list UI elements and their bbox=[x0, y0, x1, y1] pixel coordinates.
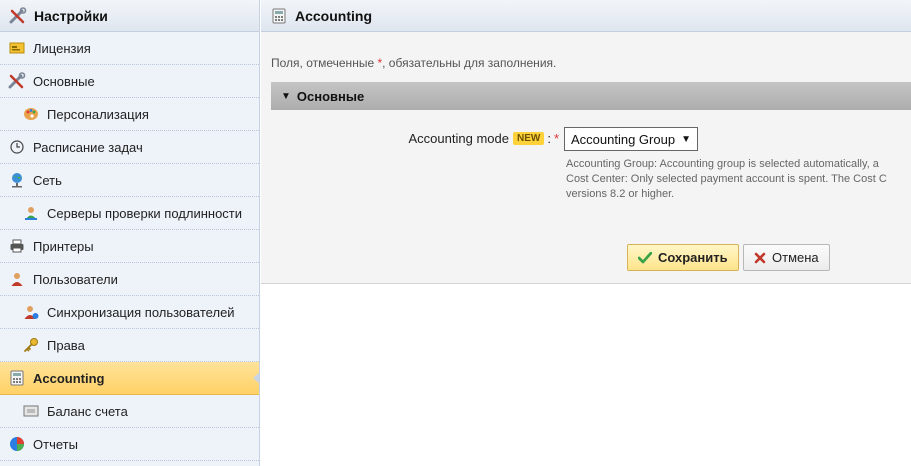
page-title: Accounting bbox=[295, 7, 372, 24]
clock-icon bbox=[8, 138, 26, 156]
sidebar-item-accounting[interactable]: Accounting bbox=[0, 362, 259, 395]
sidebar-item-network[interactable]: Сеть bbox=[0, 164, 259, 197]
sidebar-item-users[interactable]: Пользователи bbox=[0, 263, 259, 296]
license-icon bbox=[8, 39, 26, 57]
palette-icon bbox=[22, 105, 40, 123]
accounting-icon bbox=[269, 6, 289, 26]
sidebar-item-rights[interactable]: Права bbox=[0, 329, 259, 362]
select-value: Accounting Group bbox=[571, 131, 676, 147]
checkmark-icon bbox=[638, 251, 652, 264]
section-title: Основные bbox=[296, 88, 365, 104]
printer-icon bbox=[8, 237, 26, 255]
collapse-triangle-icon: ▼ bbox=[281, 90, 291, 102]
accounting-mode-row: Accounting mode NEW : * Accounting Group… bbox=[261, 110, 911, 200]
new-badge: NEW bbox=[512, 132, 545, 145]
dropdown-caret-icon: ▼ bbox=[681, 133, 691, 145]
sidebar-item-license[interactable]: Лицензия bbox=[0, 32, 259, 65]
accounting-mode-select[interactable]: Accounting Group ▼ bbox=[564, 127, 698, 151]
sidebar-item-label: Лицензия bbox=[33, 40, 91, 56]
pie-chart-icon bbox=[8, 435, 26, 453]
balance-card-icon bbox=[22, 402, 40, 420]
save-button-label: Сохранить bbox=[658, 250, 728, 265]
sidebar-item-task-schedule[interactable]: Расписание задач bbox=[0, 131, 259, 164]
sidebar-item-label: Расписание задач bbox=[33, 139, 143, 155]
sidebar-item-label: Отчеты bbox=[33, 436, 78, 452]
sidebar-item-label: Права bbox=[47, 337, 85, 353]
section-general-toggle[interactable]: ▼ Основные bbox=[271, 82, 911, 110]
sidebar-item-printers[interactable]: Принтеры bbox=[0, 230, 259, 263]
sidebar-item-label: Пользователи bbox=[33, 271, 118, 287]
auth-server-icon bbox=[22, 204, 40, 222]
cancel-button-label: Отмена bbox=[772, 250, 819, 265]
save-button[interactable]: Сохранить bbox=[627, 244, 739, 271]
user-icon bbox=[8, 270, 26, 288]
settings-sidebar: Настройки Лицензия Основные Персонализац… bbox=[0, 0, 260, 466]
sidebar-item-reports[interactable]: Отчеты bbox=[0, 428, 259, 461]
network-icon bbox=[8, 171, 26, 189]
cancel-button[interactable]: Отмена bbox=[743, 244, 830, 271]
sidebar-header: Настройки bbox=[0, 0, 259, 32]
accounting-mode-help: Accounting Group: Accounting group is se… bbox=[566, 158, 887, 200]
sidebar-item-general[interactable]: Основные bbox=[0, 65, 259, 98]
sidebar-item-label: Персонализация bbox=[47, 106, 149, 122]
sidebar-item-user-sync[interactable]: Синхронизация пользователей bbox=[0, 296, 259, 329]
sidebar-item-label: Баланс счета bbox=[47, 403, 128, 419]
main-panel: Accounting Поля, отмеченные *, обязатель… bbox=[261, 0, 911, 466]
accounting-mode-label: Accounting mode NEW : * bbox=[408, 131, 559, 146]
required-star: * bbox=[553, 131, 559, 146]
required-fields-note: Поля, отмеченные *, обязательны для запо… bbox=[271, 56, 557, 70]
sidebar-item-label: Серверы проверки подлинности bbox=[47, 205, 243, 221]
accounting-icon bbox=[8, 369, 26, 387]
sidebar-item-label: Accounting bbox=[33, 370, 105, 386]
page-header: Accounting bbox=[261, 0, 911, 32]
sidebar-item-account-balance[interactable]: Баланс счета bbox=[0, 395, 259, 428]
sidebar-item-label: Основные bbox=[33, 73, 95, 89]
sidebar-title: Настройки bbox=[34, 7, 108, 24]
key-icon bbox=[22, 336, 40, 354]
user-sync-icon bbox=[22, 303, 40, 321]
tools-icon bbox=[8, 72, 26, 90]
cross-icon bbox=[754, 252, 766, 264]
sidebar-item-label: Синхронизация пользователей bbox=[47, 304, 235, 320]
sidebar-item-personalization[interactable]: Персонализация bbox=[0, 98, 259, 131]
sidebar-item-label: Принтеры bbox=[33, 238, 94, 254]
tools-icon bbox=[8, 6, 28, 26]
sidebar-item-label: Сеть bbox=[33, 172, 62, 188]
sidebar-item-auth-servers[interactable]: Серверы проверки подлинности bbox=[0, 197, 259, 230]
